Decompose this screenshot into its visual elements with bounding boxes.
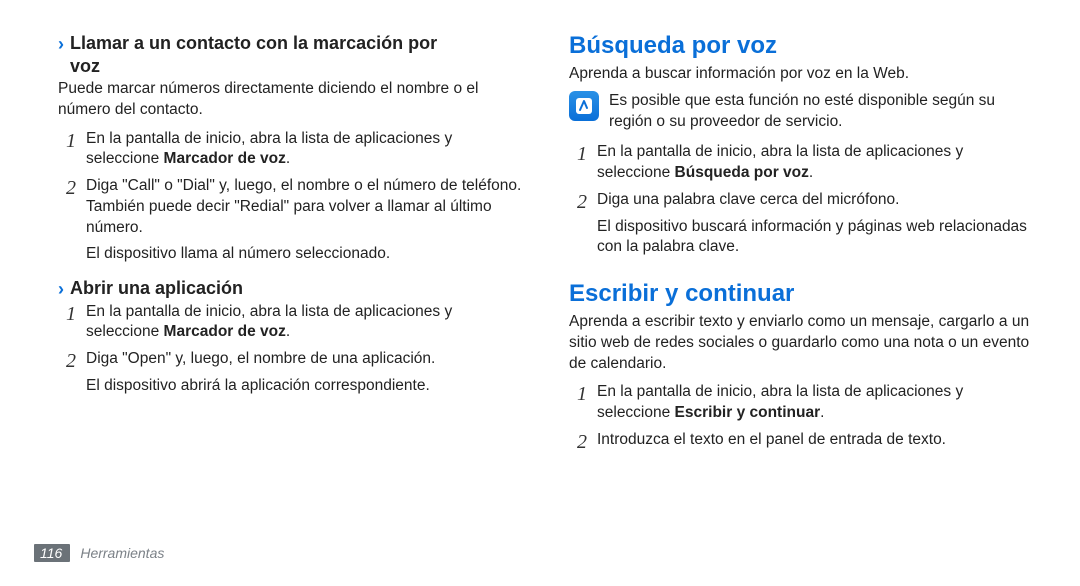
step-number: 2: [58, 351, 76, 371]
step-number: 2: [569, 432, 587, 452]
step-item: 2 Diga "Call" o "Dial" y, luego, el nomb…: [58, 176, 523, 238]
page-number-badge: 116: [34, 544, 70, 562]
step-text: Diga "Open" y, luego, el nombre de una a…: [86, 349, 523, 370]
step-item: 2 Introduzca el texto en el panel de ent…: [569, 430, 1034, 451]
arrow-icon: ›: [58, 278, 64, 301]
step-item: 2 Diga "Open" y, luego, el nombre de una…: [58, 349, 523, 370]
step-number: 1: [58, 131, 76, 151]
note-icon: [569, 91, 599, 121]
intro-paragraph: Aprenda a escribir texto y enviarlo como…: [569, 312, 1034, 374]
step-number: 1: [569, 384, 587, 404]
step-text: En la pantalla de inicio, abra la lista …: [86, 302, 523, 344]
step-item: 1 En la pantalla de inicio, abra la list…: [58, 302, 523, 344]
subheading-text-line1: Llamar a un contacto con la marcación po…: [70, 33, 437, 53]
step-item: 1 En la pantalla de inicio, abra la list…: [58, 129, 523, 171]
step-item: 1 En la pantalla de inicio, abra la list…: [569, 382, 1034, 424]
step-text: Diga una palabra clave cerca del micrófo…: [597, 190, 1034, 211]
right-column: Búsqueda por voz Aprenda a buscar inform…: [569, 32, 1034, 457]
step-text: En la pantalla de inicio, abra la lista …: [597, 382, 1034, 424]
section-title-voice-search: Búsqueda por voz: [569, 32, 1034, 60]
note-text: Es posible que esta función no esté disp…: [609, 91, 1034, 133]
left-column: › Llamar a un contacto con la marcación …: [58, 32, 523, 457]
intro-paragraph: Aprenda a buscar información por voz en …: [569, 64, 1034, 85]
step-result: El dispositivo buscará información y pág…: [597, 217, 1034, 259]
step-result: El dispositivo llama al número seleccion…: [86, 244, 523, 265]
subheading-text: Abrir una aplicación: [70, 277, 243, 300]
note-box: Es posible que esta función no esté disp…: [569, 91, 1034, 133]
page-footer: 116 Herramientas: [34, 544, 164, 562]
step-item: 2 Diga una palabra clave cerca del micró…: [569, 190, 1034, 211]
step-text: En la pantalla de inicio, abra la lista …: [597, 142, 1034, 184]
subheading-call-contact: › Llamar a un contacto con la marcación …: [58, 32, 523, 77]
step-result: El dispositivo abrirá la aplicación corr…: [86, 376, 523, 397]
footer-section-label: Herramientas: [80, 545, 164, 561]
step-number: 1: [58, 304, 76, 324]
section-title-write-and-go: Escribir y continuar: [569, 280, 1034, 308]
step-item: 1 En la pantalla de inicio, abra la list…: [569, 142, 1034, 184]
subheading-text-line2: voz: [70, 56, 100, 76]
arrow-icon: ›: [58, 33, 64, 56]
step-number: 2: [569, 192, 587, 212]
step-text: Diga "Call" o "Dial" y, luego, el nombre…: [86, 176, 523, 238]
step-number: 1: [569, 144, 587, 164]
step-number: 2: [58, 178, 76, 198]
intro-paragraph: Puede marcar números directamente dicien…: [58, 79, 523, 121]
step-text: En la pantalla de inicio, abra la lista …: [86, 129, 523, 171]
subheading-open-app: › Abrir una aplicación: [58, 277, 523, 300]
step-text: Introduzca el texto en el panel de entra…: [597, 430, 1034, 451]
